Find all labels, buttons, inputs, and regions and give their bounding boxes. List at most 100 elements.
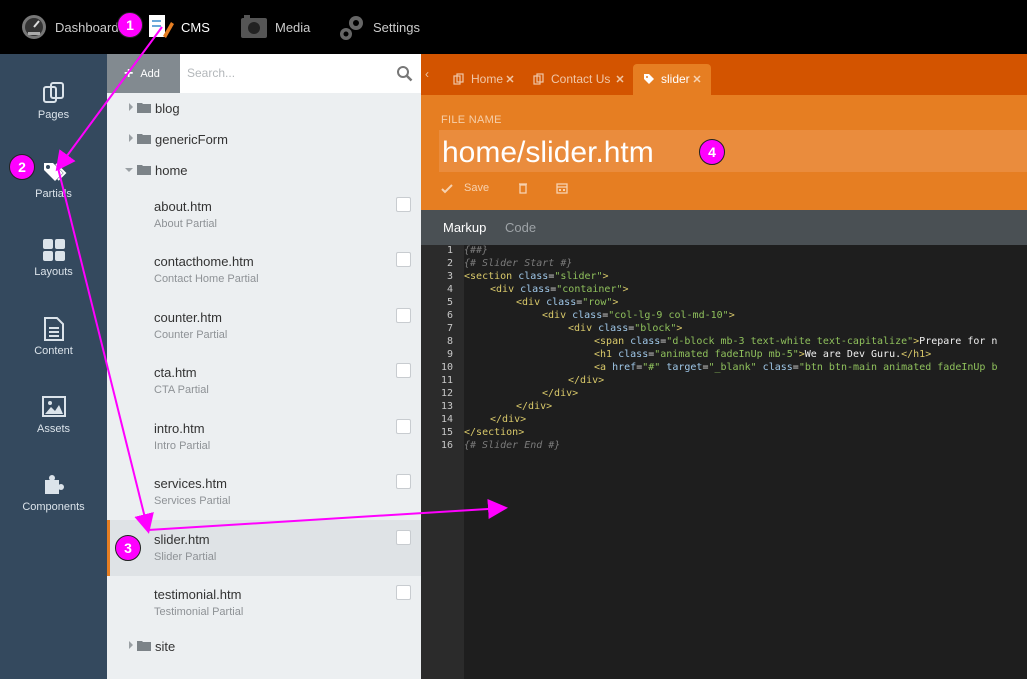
nav-cms[interactable]: CMS xyxy=(145,0,210,54)
search-input[interactable] xyxy=(187,62,387,84)
list-item[interactable]: cta.htm CTA Partial xyxy=(107,353,421,409)
sidebar-item-label: Assets xyxy=(36,423,70,435)
nav-settings-label: Settings xyxy=(373,19,420,35)
pages-icon xyxy=(533,73,544,85)
nav-dashboard[interactable]: Dashboard xyxy=(19,0,119,54)
chevron-right-icon xyxy=(129,641,133,649)
folder-icon xyxy=(137,165,151,175)
list-item[interactable]: testimonial.htm Testimonial Partial xyxy=(107,575,421,631)
tab-contact-us[interactable]: Contact Us xyxy=(523,64,633,95)
item-checkbox[interactable] xyxy=(396,530,411,545)
list-item-selected[interactable]: slider.htm Slider Partial xyxy=(107,520,421,576)
item-checkbox[interactable] xyxy=(396,419,411,434)
plus-icon: + xyxy=(124,64,134,82)
line-number: 4 xyxy=(446,284,453,295)
line-number: 3 xyxy=(446,271,453,282)
grid-icon xyxy=(43,239,65,261)
add-button[interactable]: + Add xyxy=(107,54,180,93)
check-icon xyxy=(441,184,453,194)
code-line: <div class="col-lg-9 col-md-10"> xyxy=(542,310,735,321)
line-number: 1 xyxy=(446,245,453,256)
list-item[interactable]: services.htm Services Partial xyxy=(107,464,421,520)
item-checkbox[interactable] xyxy=(396,474,411,489)
camera-icon xyxy=(241,15,267,38)
line-number: 7 xyxy=(446,323,453,334)
code-line: <div class="block"> xyxy=(568,323,683,334)
item-checkbox[interactable] xyxy=(396,363,411,378)
trash-icon[interactable] xyxy=(518,182,528,194)
line-number: 15 xyxy=(440,427,453,438)
line-number: 11 xyxy=(440,375,453,386)
code-line: </section> xyxy=(464,427,525,438)
sidebar-item-assets[interactable]: Assets xyxy=(0,388,107,458)
speedometer-icon xyxy=(22,15,46,39)
line-number: 10 xyxy=(440,362,453,373)
editor-subtabs: Markup Code xyxy=(421,210,1027,245)
item-checkbox[interactable] xyxy=(396,197,411,212)
folder-site[interactable]: site xyxy=(107,633,421,661)
list-toolbar: + Add xyxy=(107,54,421,93)
line-number: 5 xyxy=(446,297,453,308)
sidebar-item-pages[interactable]: Pages xyxy=(0,74,107,144)
file-description: Slider Partial xyxy=(154,551,217,563)
pages-icon xyxy=(453,73,464,85)
code-line: <span class="d-block mb-3 text-white tex… xyxy=(594,336,998,347)
tab-label: Home xyxy=(471,72,504,86)
pages-icon xyxy=(43,82,64,103)
scroll-left-icon[interactable]: ‹ xyxy=(425,67,429,81)
file-name: counter.htm xyxy=(154,310,222,325)
code-line: <div class="row"> xyxy=(516,297,619,308)
item-checkbox[interactable] xyxy=(396,252,411,267)
folder-genericform[interactable]: genericForm xyxy=(107,126,421,154)
chevron-right-icon xyxy=(129,134,133,142)
cms-window: Dashboard CMS Media Settings Pages Parti… xyxy=(0,0,1027,679)
file-description: Testimonial Partial xyxy=(154,606,244,618)
folder-home[interactable]: home xyxy=(107,157,421,185)
nav-settings[interactable]: Settings xyxy=(337,0,420,54)
tab-slider[interactable]: slider xyxy=(633,64,711,95)
file-name-input[interactable] xyxy=(439,130,1027,172)
file-description: Counter Partial xyxy=(154,329,228,341)
sidebar-item-components[interactable]: Components xyxy=(0,466,107,536)
code-editor[interactable]: {##} {# Slider Start #} <section class="… xyxy=(464,245,1027,679)
tab-code[interactable]: Code xyxy=(505,220,536,235)
folder-blog[interactable]: blog xyxy=(107,95,421,123)
list-item[interactable]: contacthome.htm Contact Home Partial xyxy=(107,242,421,298)
tab-label: slider xyxy=(661,72,690,86)
tags-icon xyxy=(44,163,67,181)
item-checkbox[interactable] xyxy=(396,585,411,600)
search-icon[interactable] xyxy=(396,65,413,82)
file-description: Contact Home Partial xyxy=(154,273,259,285)
sidebar-item-label: Partials xyxy=(35,188,72,200)
calendar-icon[interactable] xyxy=(556,182,568,194)
sidebar-item-label: Layouts xyxy=(34,266,73,278)
nav-media-label: Media xyxy=(275,19,311,35)
annotation-badge: 2 xyxy=(9,154,35,180)
close-icon[interactable] xyxy=(615,74,625,84)
sidebar-item-content[interactable]: Content xyxy=(0,310,107,380)
close-icon[interactable] xyxy=(692,74,702,84)
nav-media[interactable]: Media xyxy=(239,0,310,54)
list-item[interactable]: about.htm About Partial xyxy=(107,187,421,243)
gears-icon xyxy=(340,16,363,40)
file-name: services.htm xyxy=(154,476,227,491)
line-number: 9 xyxy=(446,349,453,360)
close-icon[interactable] xyxy=(505,74,515,84)
list-item[interactable]: counter.htm Counter Partial xyxy=(107,298,421,354)
chevron-right-icon xyxy=(129,103,133,111)
cms-pencil-icon xyxy=(149,15,174,38)
file-name: slider.htm xyxy=(154,532,210,547)
annotation-badge: 4 xyxy=(699,139,725,165)
tab-home[interactable]: Home xyxy=(443,64,523,95)
code-line: <section class="slider"> xyxy=(464,271,609,282)
add-button-label: Add xyxy=(140,67,160,80)
file-name-label: FILE NAME xyxy=(441,114,502,126)
list-item[interactable]: intro.htm Intro Partial xyxy=(107,409,421,465)
tab-markup[interactable]: Markup xyxy=(443,220,486,235)
file-description: About Partial xyxy=(154,218,217,230)
code-line: </div> xyxy=(516,401,553,412)
image-icon xyxy=(42,396,66,417)
line-number: 2 xyxy=(446,258,453,269)
item-checkbox[interactable] xyxy=(396,308,411,323)
sidebar-item-layouts[interactable]: Layouts xyxy=(0,231,107,301)
